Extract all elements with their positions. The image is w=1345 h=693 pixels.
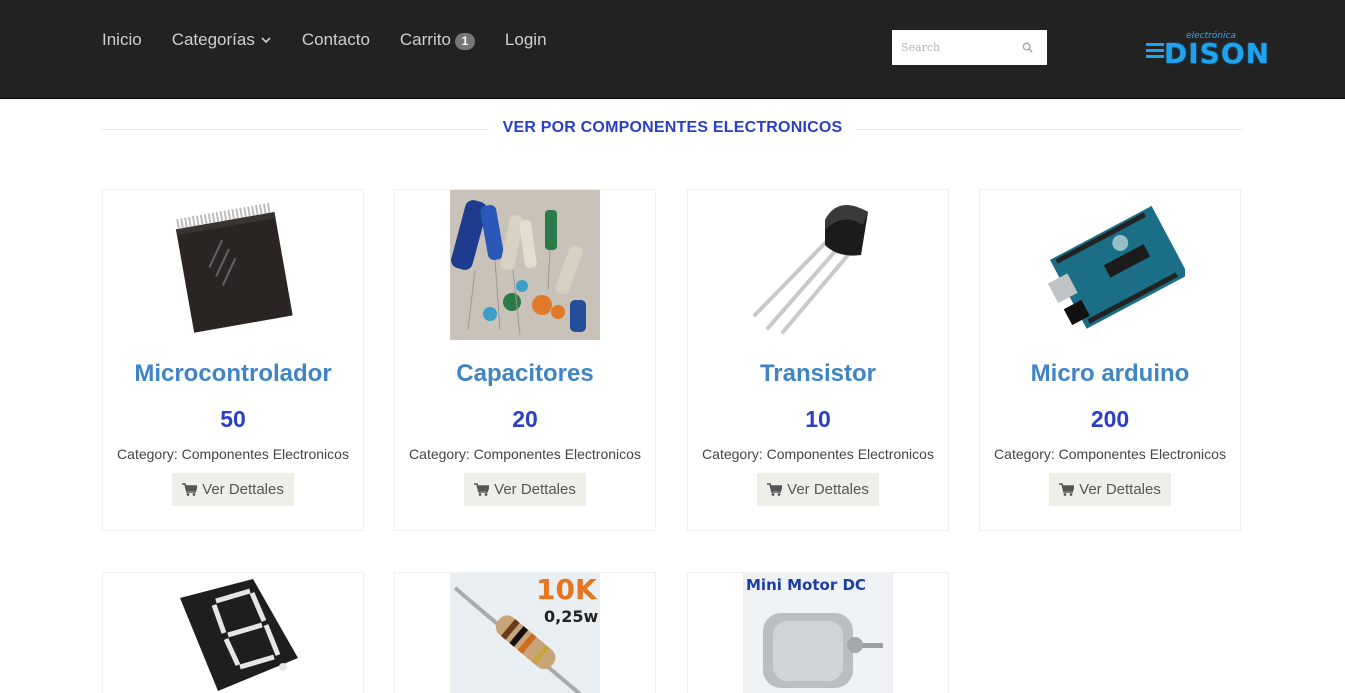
product-name[interactable]: Capacitores bbox=[395, 360, 655, 388]
nav-carrito[interactable]: Carrito 1 bbox=[400, 30, 475, 50]
nav-categorias[interactable]: Categorías bbox=[172, 30, 272, 50]
chevron-down-icon bbox=[261, 37, 271, 44]
nav-inicio[interactable]: Inicio bbox=[102, 30, 142, 50]
nav-categorias-label: Categorías bbox=[171, 30, 255, 49]
product-card-micro-arduino: Micro arduino 200 Category: Componentes … bbox=[979, 189, 1241, 531]
logo-wordmark: DISON bbox=[1164, 37, 1271, 70]
nav-contacto-label: Contacto bbox=[301, 30, 370, 49]
product-category: Category: Componentes Electronicos bbox=[117, 446, 349, 462]
capacitors-image[interactable] bbox=[450, 190, 600, 340]
search-box bbox=[892, 30, 1047, 65]
shopping-cart-icon bbox=[182, 483, 198, 496]
nav-carrito-label: Carrito bbox=[399, 30, 451, 49]
view-details-label: Ver Dettales bbox=[494, 481, 576, 498]
search-icon[interactable] bbox=[1022, 42, 1033, 53]
top-navbar: Inicio Categorías Contacto Carrito 1 Log… bbox=[0, 0, 1345, 99]
nav-login[interactable]: Login bbox=[505, 30, 547, 50]
section-heading: VER POR COMPONENTES ELECTRONICOS bbox=[0, 119, 1345, 137]
product-name[interactable]: Transistor bbox=[688, 360, 948, 388]
seven-segment-display-image[interactable] bbox=[158, 573, 308, 693]
product-card-resistor: 10K 0,25w bbox=[394, 572, 656, 693]
view-details-label: Ver Dettales bbox=[1079, 481, 1161, 498]
product-card-capacitores: Capacitores 20 Category: Componentes Ele… bbox=[394, 189, 656, 531]
arduino-board-image[interactable] bbox=[1035, 190, 1185, 340]
resistor-watt-text: 0,25w bbox=[544, 607, 598, 626]
nav-login-label: Login bbox=[504, 30, 547, 49]
product-category: Category: Componentes Electronicos bbox=[702, 446, 934, 462]
logo-e-mark bbox=[1146, 43, 1164, 65]
product-category: Category: Componentes Electronicos bbox=[409, 446, 641, 462]
view-details-button[interactable]: Ver Dettales bbox=[464, 473, 586, 506]
product-price: 50 bbox=[220, 406, 246, 432]
product-card-7-segment bbox=[102, 572, 364, 693]
product-name[interactable]: Micro arduino bbox=[980, 360, 1240, 388]
product-card-transistor: Transistor 10 Category: Componentes Elec… bbox=[687, 189, 949, 531]
motor-title-text: Mini Motor DC bbox=[746, 576, 866, 594]
product-price: 20 bbox=[512, 406, 538, 432]
product-price: 10 bbox=[805, 406, 831, 432]
product-name[interactable]: Microcontrolador bbox=[103, 360, 363, 388]
resistor-value-text: 10K bbox=[536, 573, 598, 606]
view-details-label: Ver Dettales bbox=[787, 481, 869, 498]
product-card-microcontrolador: Microcontrolador 50 Category: Componente… bbox=[102, 189, 364, 531]
product-category: Category: Componentes Electronicos bbox=[994, 446, 1226, 462]
resistor-image[interactable]: 10K 0,25w bbox=[450, 573, 600, 693]
nav-inicio-label: Inicio bbox=[102, 30, 142, 49]
shopping-cart-icon bbox=[767, 483, 783, 496]
nav-contacto[interactable]: Contacto bbox=[302, 30, 370, 50]
product-price: 200 bbox=[1090, 406, 1130, 432]
search-input[interactable] bbox=[892, 31, 1012, 64]
shopping-cart-icon bbox=[1059, 483, 1075, 496]
transistor-image[interactable] bbox=[743, 190, 893, 340]
section-title: VER POR COMPONENTES ELECTRONICOS bbox=[488, 119, 857, 137]
shopping-cart-icon bbox=[474, 483, 490, 496]
product-card-mini-motor: Mini Motor DC bbox=[687, 572, 949, 693]
view-details-button[interactable]: Ver Dettales bbox=[172, 473, 294, 506]
view-details-button[interactable]: Ver Dettales bbox=[1049, 473, 1171, 506]
cart-count-badge: 1 bbox=[454, 32, 475, 50]
main-nav: Inicio Categorías Contacto Carrito 1 Log… bbox=[102, 30, 577, 50]
mini-motor-dc-image[interactable]: Mini Motor DC bbox=[743, 573, 893, 693]
microcontroller-image[interactable] bbox=[158, 190, 308, 340]
view-details-button[interactable]: Ver Dettales bbox=[757, 473, 879, 506]
view-details-label: Ver Dettales bbox=[202, 481, 284, 498]
edison-logo[interactable]: electrónica DISON bbox=[1146, 31, 1269, 70]
